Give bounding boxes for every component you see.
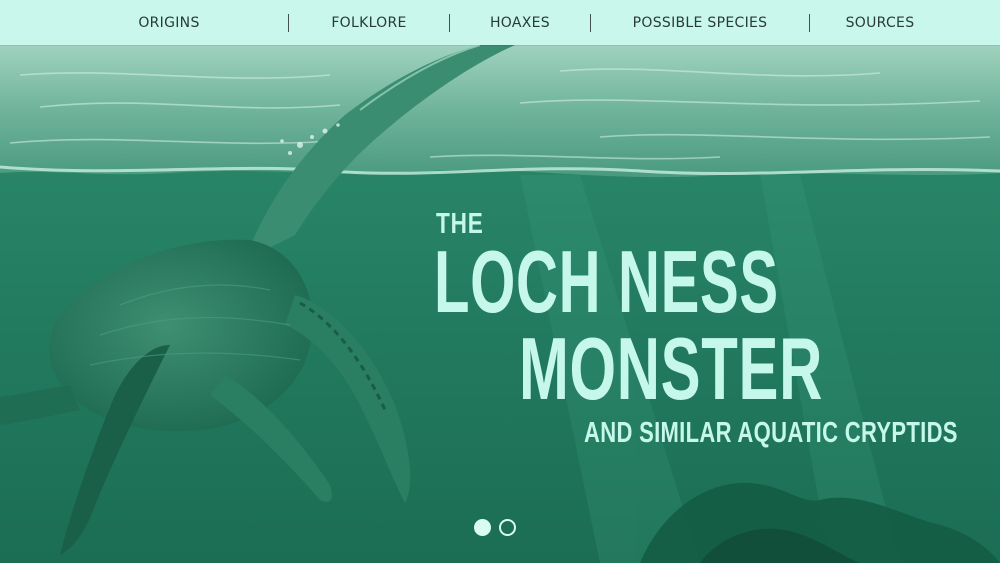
nav-slot-origins: ORIGINS xyxy=(50,15,288,31)
nav-item-folklore[interactable]: FOLKLORE xyxy=(325,15,412,31)
nav-item-origins[interactable]: ORIGINS xyxy=(132,15,205,31)
hero-subtitle: AND SIMILAR AQUATIC CRYPTIDS xyxy=(584,417,958,449)
nav-slot-hoaxes: HOAXES xyxy=(450,15,590,31)
nav-item-hoaxes[interactable]: HOAXES xyxy=(484,15,556,31)
hero-title-line2: MONSTER xyxy=(519,319,823,418)
carousel-dot-1[interactable] xyxy=(474,519,491,536)
nav-slot-folklore: FOLKLORE xyxy=(289,15,449,31)
nav-item-sources[interactable]: SOURCES xyxy=(840,15,921,31)
hero-title-line1: LOCH NESS xyxy=(434,232,779,331)
nav-slot-sources: SOURCES xyxy=(810,15,950,31)
nav-slot-possible-species: POSSIBLE SPECIES xyxy=(591,15,809,31)
hero-title-block: THE LOCH NESS MONSTER AND SIMILAR AQUATI… xyxy=(0,45,1000,563)
top-nav: ORIGINS FOLKLORE HOAXES POSSIBLE SPECIES… xyxy=(0,0,1000,45)
carousel-dot-2[interactable] xyxy=(499,519,516,536)
hero-banner: THE LOCH NESS MONSTER AND SIMILAR AQUATI… xyxy=(0,45,1000,563)
nav-item-possible-species[interactable]: POSSIBLE SPECIES xyxy=(627,15,774,31)
carousel-pagination xyxy=(474,519,516,536)
